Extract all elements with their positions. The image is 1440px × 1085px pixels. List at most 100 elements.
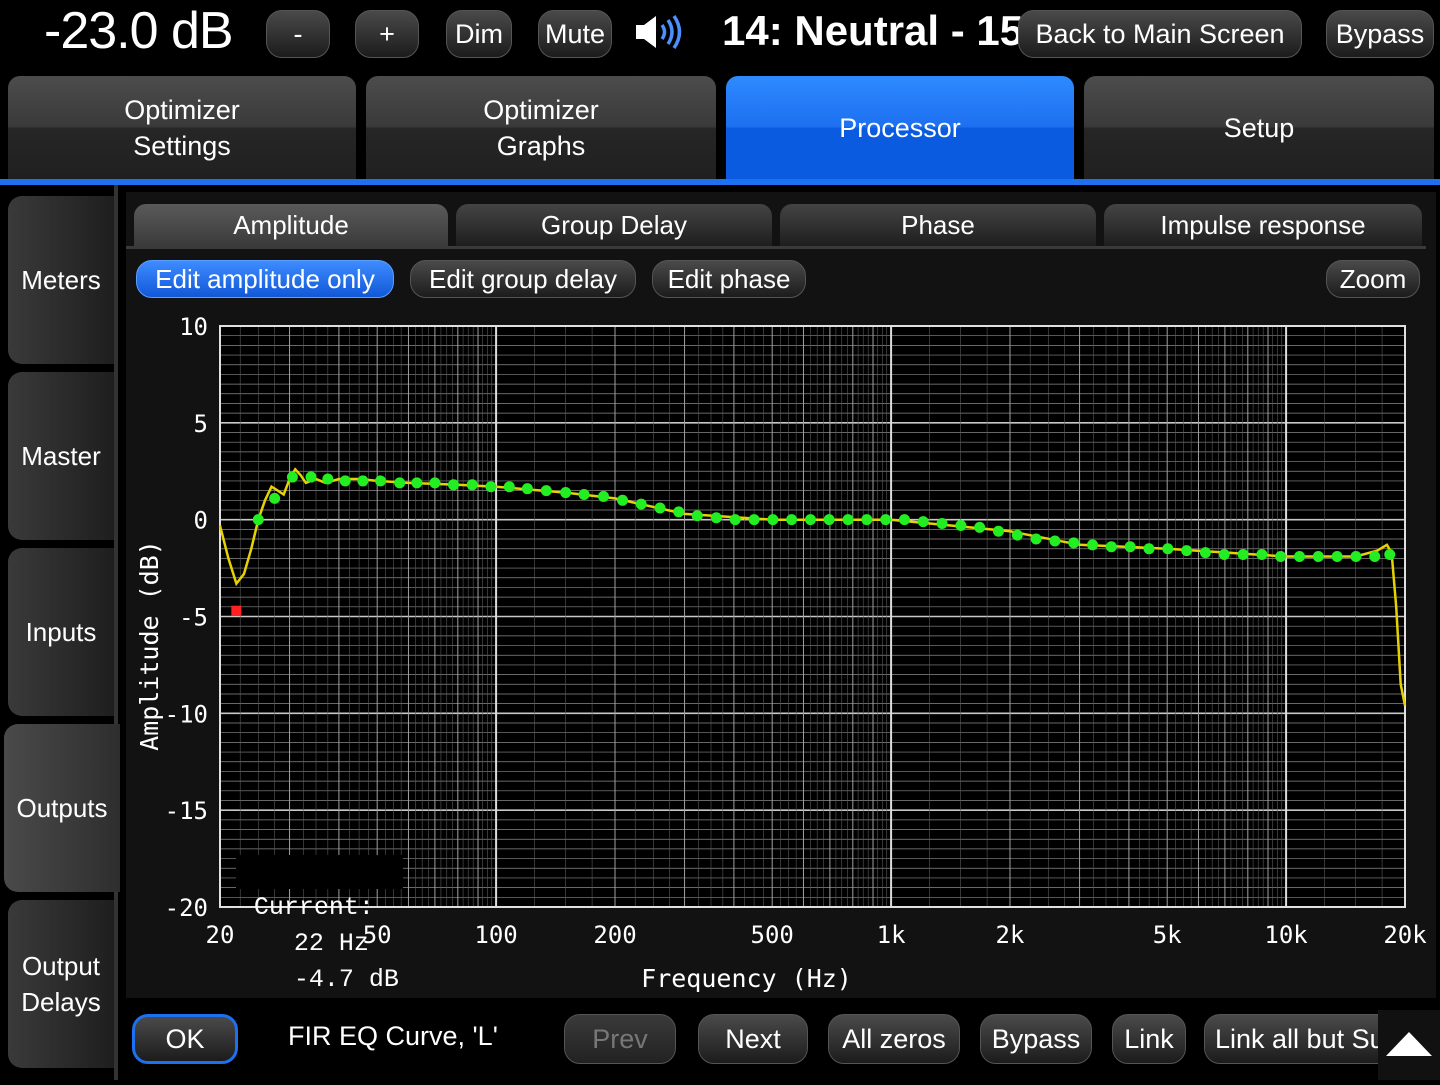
- y-tick-label: -20: [165, 894, 208, 922]
- control-point: [880, 514, 892, 526]
- edit-group-delay-button[interactable]: Edit group delay: [410, 260, 636, 298]
- control-point: [617, 494, 629, 506]
- x-axis-label: Frequency (Hz): [641, 964, 852, 993]
- edit-phase-button[interactable]: Edit phase: [652, 260, 806, 298]
- control-point: [691, 510, 703, 522]
- y-tick-label: 0: [194, 507, 208, 535]
- control-point: [1181, 545, 1193, 557]
- x-tick-label: 500: [751, 921, 794, 949]
- sidebar-item-outputs[interactable]: Outputs: [4, 724, 120, 892]
- next-button[interactable]: Next: [698, 1014, 808, 1064]
- back-to-main-button[interactable]: Back to Main Screen: [1018, 10, 1302, 58]
- subtab-divider: [126, 246, 1426, 249]
- tab-label-line1: Optimizer: [124, 94, 240, 125]
- footer-bypass-button[interactable]: Bypass: [980, 1014, 1092, 1064]
- control-point: [654, 502, 666, 514]
- mute-button[interactable]: Mute: [538, 10, 612, 58]
- sidebar-item-master[interactable]: Master: [8, 372, 114, 540]
- control-point: [429, 477, 441, 489]
- control-point: [1068, 537, 1080, 549]
- control-point: [635, 498, 647, 510]
- control-point: [560, 487, 572, 499]
- control-point: [1312, 550, 1324, 562]
- y-tick-label: 10: [179, 313, 208, 341]
- volume-readout: -23.0 dB: [44, 2, 234, 60]
- subtab-phase[interactable]: Phase: [780, 204, 1096, 246]
- sidebar-divider: [114, 185, 118, 1080]
- control-point: [1011, 529, 1023, 541]
- control-point: [936, 518, 948, 530]
- ok-button[interactable]: OK: [132, 1014, 238, 1064]
- x-tick-label: 1k: [877, 921, 906, 949]
- tab-underline: [0, 179, 1440, 185]
- control-point: [1199, 547, 1211, 559]
- control-point: [394, 477, 406, 489]
- subtab-group-delay[interactable]: Group Delay: [456, 204, 772, 246]
- control-point: [729, 514, 741, 526]
- control-point: [1256, 549, 1268, 561]
- x-tick-label: 20: [206, 921, 235, 949]
- tab-processor[interactable]: Processor: [726, 76, 1074, 179]
- all-zeros-button[interactable]: All zeros: [828, 1014, 960, 1064]
- control-point: [1350, 550, 1362, 562]
- sidebar-label-line2: Delays: [21, 987, 101, 1017]
- readout-level: -4.7 dB: [293, 965, 399, 994]
- control-point: [1162, 543, 1174, 555]
- control-point: [861, 514, 873, 526]
- volume-up-button[interactable]: +: [355, 10, 419, 58]
- volume-down-button[interactable]: -: [266, 10, 330, 58]
- tab-label-line1: Optimizer: [483, 94, 599, 125]
- zoom-button[interactable]: Zoom: [1326, 260, 1420, 298]
- link-button[interactable]: Link: [1112, 1014, 1186, 1064]
- dim-button[interactable]: Dim: [446, 10, 512, 58]
- speaker-icon[interactable]: [630, 12, 688, 52]
- control-point: [503, 481, 515, 493]
- scroll-up-button[interactable]: [1378, 1010, 1440, 1080]
- readout-freq: 22 Hz: [293, 929, 369, 958]
- sidebar-item-meters[interactable]: Meters: [8, 196, 114, 364]
- control-point: [252, 514, 264, 526]
- control-point: [1237, 549, 1249, 561]
- control-point: [1105, 541, 1117, 553]
- header-bypass-button[interactable]: Bypass: [1326, 10, 1434, 58]
- control-point: [411, 477, 423, 489]
- sidebar-item-output-delays[interactable]: Output Delays: [8, 900, 114, 1068]
- control-point: [804, 514, 816, 526]
- tab-optimizer-graphs[interactable]: Optimizer Graphs: [366, 76, 716, 179]
- control-point: [447, 479, 459, 491]
- tab-setup[interactable]: Setup: [1084, 76, 1434, 179]
- x-tick-label: 100: [474, 921, 517, 949]
- y-tick-label: 5: [194, 410, 208, 438]
- x-tick-label: 5k: [1153, 921, 1182, 949]
- control-point: [485, 481, 497, 493]
- control-point: [357, 475, 369, 487]
- control-point: [1369, 550, 1381, 562]
- control-point: [842, 514, 854, 526]
- prev-button[interactable]: Prev: [564, 1014, 676, 1064]
- x-tick-label: 2k: [996, 921, 1025, 949]
- sidebar-label-line1: Output: [21, 951, 101, 981]
- y-tick-label: -10: [165, 700, 208, 728]
- y-axis-label: Amplitude (dB): [135, 540, 164, 751]
- subtab-amplitude[interactable]: Amplitude: [134, 204, 448, 246]
- chart-readout: Current: 22 Hz -4.7 dB: [236, 855, 403, 994]
- control-point: [578, 488, 590, 500]
- tab-label-line2: Settings: [133, 130, 231, 161]
- control-point: [466, 479, 478, 491]
- control-point: [322, 473, 334, 485]
- edit-amplitude-only-button[interactable]: Edit amplitude only: [136, 260, 394, 298]
- subtab-impulse-response[interactable]: Impulse response: [1104, 204, 1422, 246]
- control-point: [786, 514, 798, 526]
- sidebar-item-inputs[interactable]: Inputs: [8, 548, 114, 716]
- tab-optimizer-settings[interactable]: Optimizer Settings: [8, 76, 356, 179]
- control-point: [673, 506, 685, 518]
- y-tick-label: -5: [179, 604, 208, 632]
- y-tick-label: -15: [165, 797, 208, 825]
- control-point: [748, 514, 760, 526]
- control-point: [823, 514, 835, 526]
- x-tick-label: 20k: [1383, 921, 1427, 949]
- control-point: [1030, 533, 1042, 545]
- control-point: [955, 519, 967, 531]
- control-point: [1218, 549, 1230, 561]
- control-point: [767, 514, 779, 526]
